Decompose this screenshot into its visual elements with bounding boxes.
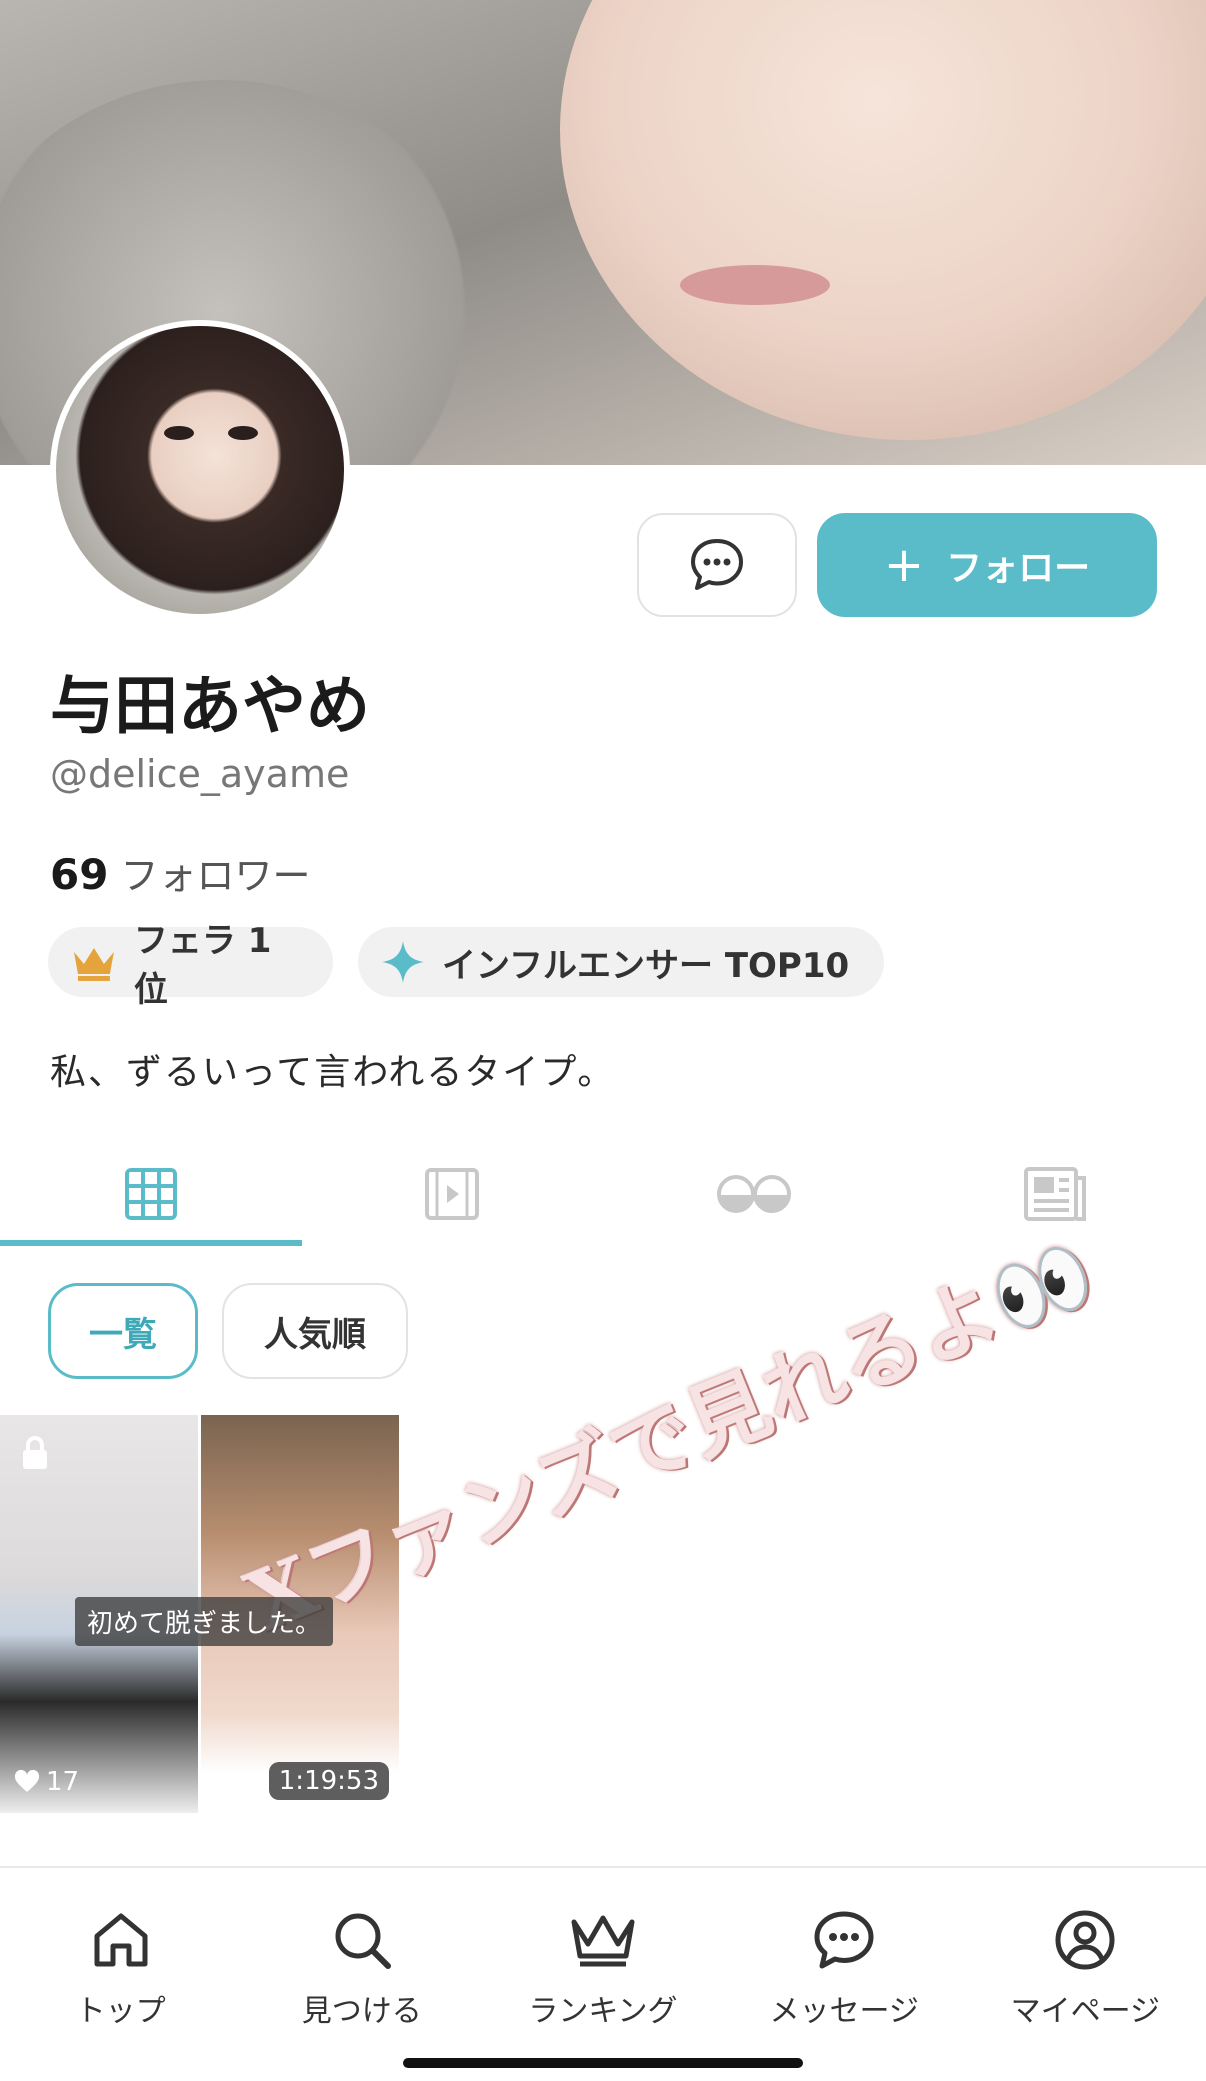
active-tab-indicator — [0, 1240, 302, 1246]
badge-label: インフルエンサー TOP10 — [442, 945, 850, 986]
nav-item-discover[interactable]: 見つける — [241, 1868, 482, 2081]
avatar-eye-right — [228, 426, 258, 440]
avatar-eye-left — [164, 426, 194, 440]
follow-label: フォロー — [946, 548, 1091, 589]
filter-all-button[interactable]: 一覧 — [48, 1283, 198, 1379]
tab-posts-grid[interactable] — [0, 1140, 302, 1248]
nav-label: マイページ — [1010, 1994, 1161, 2029]
nav-label: メッセージ — [769, 1994, 919, 2029]
home-indicator — [403, 2058, 803, 2068]
home-icon — [94, 1913, 148, 1967]
nav-item-messages[interactable]: メッセージ — [724, 1868, 965, 2081]
tab-videos[interactable] — [302, 1140, 604, 1248]
filter-popular-button[interactable]: 人気順 — [222, 1283, 408, 1379]
followers-count: 69 — [50, 850, 109, 899]
nav-item-ranking[interactable]: ランキング — [482, 1868, 723, 2081]
ranking-badge-fellatio[interactable]: フェラ 1位 — [48, 921, 333, 1010]
nav-label: ランキング — [528, 1994, 678, 2029]
profile-handle: @delice_ayame — [50, 752, 350, 796]
follow-button[interactable]: + フォロー — [817, 513, 1157, 617]
search-icon — [335, 1913, 391, 1969]
cover-lips-shape — [680, 265, 830, 305]
avatar[interactable] — [50, 320, 350, 620]
profile-bio: 私、ずるいって言われるタイプ。 — [50, 1052, 616, 1093]
eyes-icon — [716, 1175, 791, 1213]
crown-icon — [571, 1915, 635, 1967]
tab-eyes[interactable] — [603, 1140, 905, 1248]
followers-link[interactable]: 69 フォロワー — [50, 845, 311, 900]
post-caption: 初めて脱ぎました。 — [75, 1597, 334, 1646]
message-icon — [814, 1911, 874, 1969]
bottom-navigation: トップ 見つける ランキング メッセージ マイページ — [0, 1866, 1206, 2081]
nav-item-top[interactable]: トップ — [0, 1868, 241, 2081]
video-icon — [425, 1168, 480, 1220]
user-icon — [1055, 1910, 1115, 1970]
chat-bubble-icon — [691, 539, 743, 590]
message-button[interactable] — [637, 513, 797, 617]
nav-item-mypage[interactable]: マイページ — [965, 1868, 1206, 2081]
grid-icon — [124, 1168, 177, 1220]
plus-icon: + — [883, 537, 925, 593]
nav-label: 見つける — [301, 1994, 422, 2029]
badge-label: フェラ 1位 — [133, 921, 272, 1010]
sparkle-icon — [382, 941, 424, 983]
nav-label: トップ — [75, 1994, 166, 2029]
profile-name: 与田あやめ — [50, 670, 370, 744]
ranking-badge-influencer[interactable]: インフルエンサー TOP10 — [358, 927, 884, 997]
cover-face-shape — [560, 0, 1206, 440]
followers-label: フォロワー — [120, 854, 311, 898]
crown-icon — [73, 948, 114, 981]
